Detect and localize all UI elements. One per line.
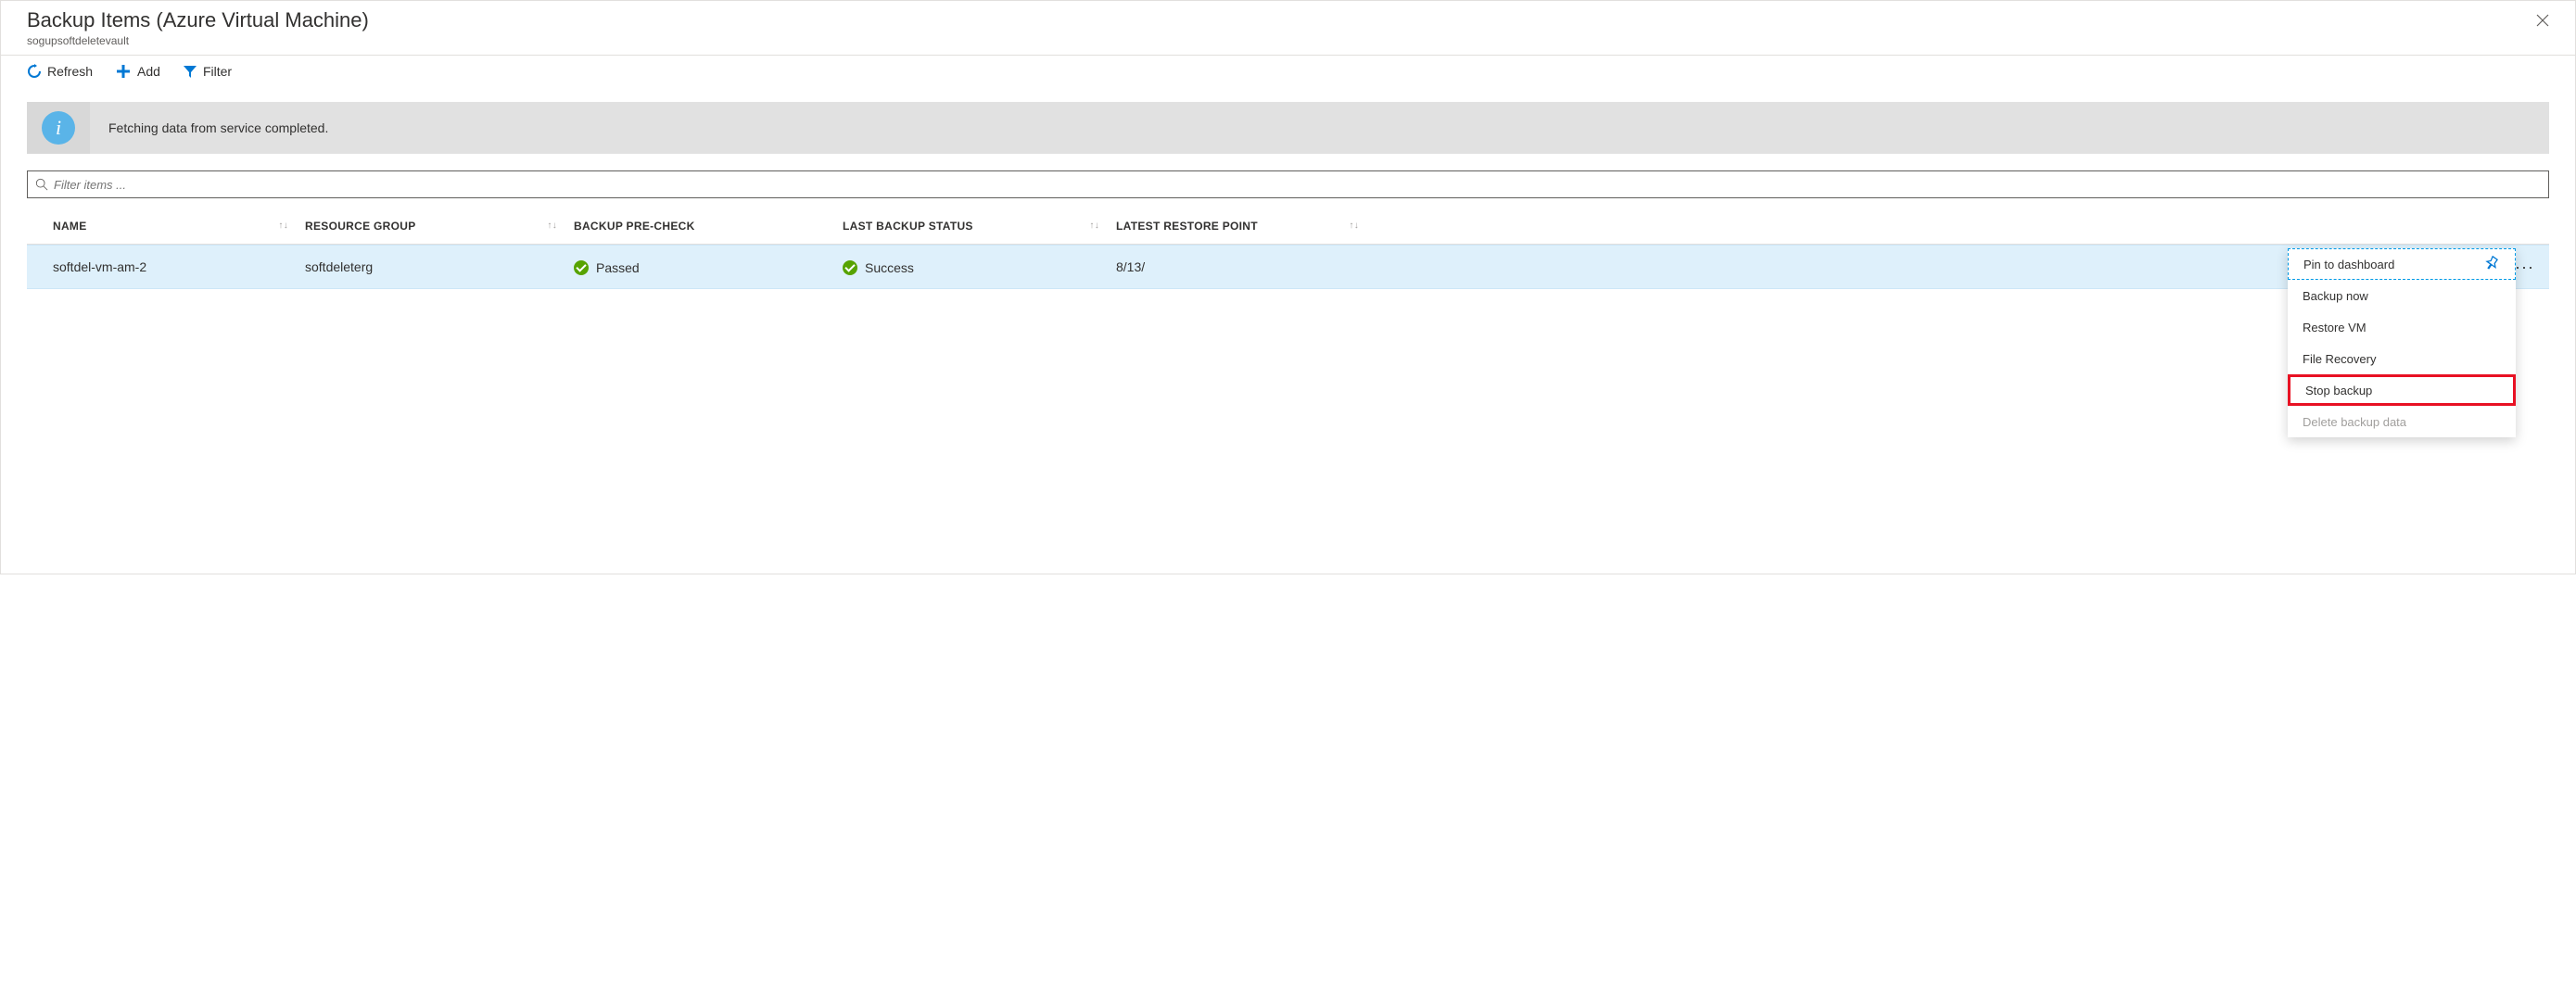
cell-resource-group: softdeleterg [305,259,574,274]
page-title: Backup Items (Azure Virtual Machine) [27,8,369,32]
refresh-button[interactable]: Refresh [27,64,93,79]
refresh-icon [27,64,42,79]
sort-icon: ↑↓ [547,221,557,231]
success-check-icon [843,260,857,275]
col-last-backup-status[interactable]: LAST BACKUP STATUS↑↓ [843,220,1116,233]
sort-icon: ↑↓ [278,221,288,231]
cell-name: softdel-vm-am-2 [27,259,305,274]
table-header: NAME↑↓ RESOURCE GROUP↑↓ BACKUP PRE-CHECK… [27,208,2549,245]
cell-restore-point: 8/13/ [1116,259,1376,274]
notice-text: Fetching data from service completed. [90,120,328,135]
status-notice: i Fetching data from service completed. [27,102,2549,154]
filter-label: Filter [203,64,232,79]
col-latest-restore-point[interactable]: LATEST RESTORE POINT↑↓ [1116,220,1376,233]
col-resource-group[interactable]: RESOURCE GROUP↑↓ [305,220,574,233]
add-button[interactable]: Add [115,63,160,80]
table-row[interactable]: softdel-vm-am-2 softdeleterg Passed Succ… [27,245,2549,289]
command-bar: Refresh Add Filter [1,56,2575,87]
menu-backup-now[interactable]: Backup now [2288,280,2516,311]
refresh-label: Refresh [47,64,93,79]
filter-icon [183,64,197,79]
success-check-icon [574,260,589,275]
sort-icon: ↑↓ [1349,221,1359,231]
cell-status: Success [843,259,1116,275]
menu-restore-vm[interactable]: Restore VM [2288,311,2516,343]
vault-name: sogupsoftdeletevault [27,34,369,47]
info-icon: i [42,111,75,145]
backup-items-panel: Backup Items (Azure Virtual Machine) sog… [0,0,2576,574]
menu-file-recovery[interactable]: File Recovery [2288,343,2516,374]
panel-header: Backup Items (Azure Virtual Machine) sog… [1,1,2575,56]
pin-icon [2485,256,2500,273]
menu-pin-to-dashboard[interactable]: Pin to dashboard [2288,248,2516,280]
plus-icon [115,63,132,80]
col-precheck[interactable]: BACKUP PRE-CHECK [574,220,843,233]
search-icon [35,178,48,191]
col-name[interactable]: NAME↑↓ [27,220,305,233]
filter-items-box[interactable] [27,170,2549,198]
sort-icon: ↑↓ [1089,221,1099,231]
menu-delete-backup-data: Delete backup data [2288,406,2516,437]
backup-items-table: NAME↑↓ RESOURCE GROUP↑↓ BACKUP PRE-CHECK… [27,208,2549,289]
filter-button[interactable]: Filter [183,64,232,79]
close-icon[interactable] [2529,8,2557,35]
row-context-menu: Pin to dashboard Backup now Restore VM F… [2288,248,2516,437]
add-label: Add [137,64,160,79]
menu-stop-backup[interactable]: Stop backup [2288,374,2516,406]
cell-precheck: Passed [574,259,843,275]
filter-input[interactable] [48,177,2541,193]
